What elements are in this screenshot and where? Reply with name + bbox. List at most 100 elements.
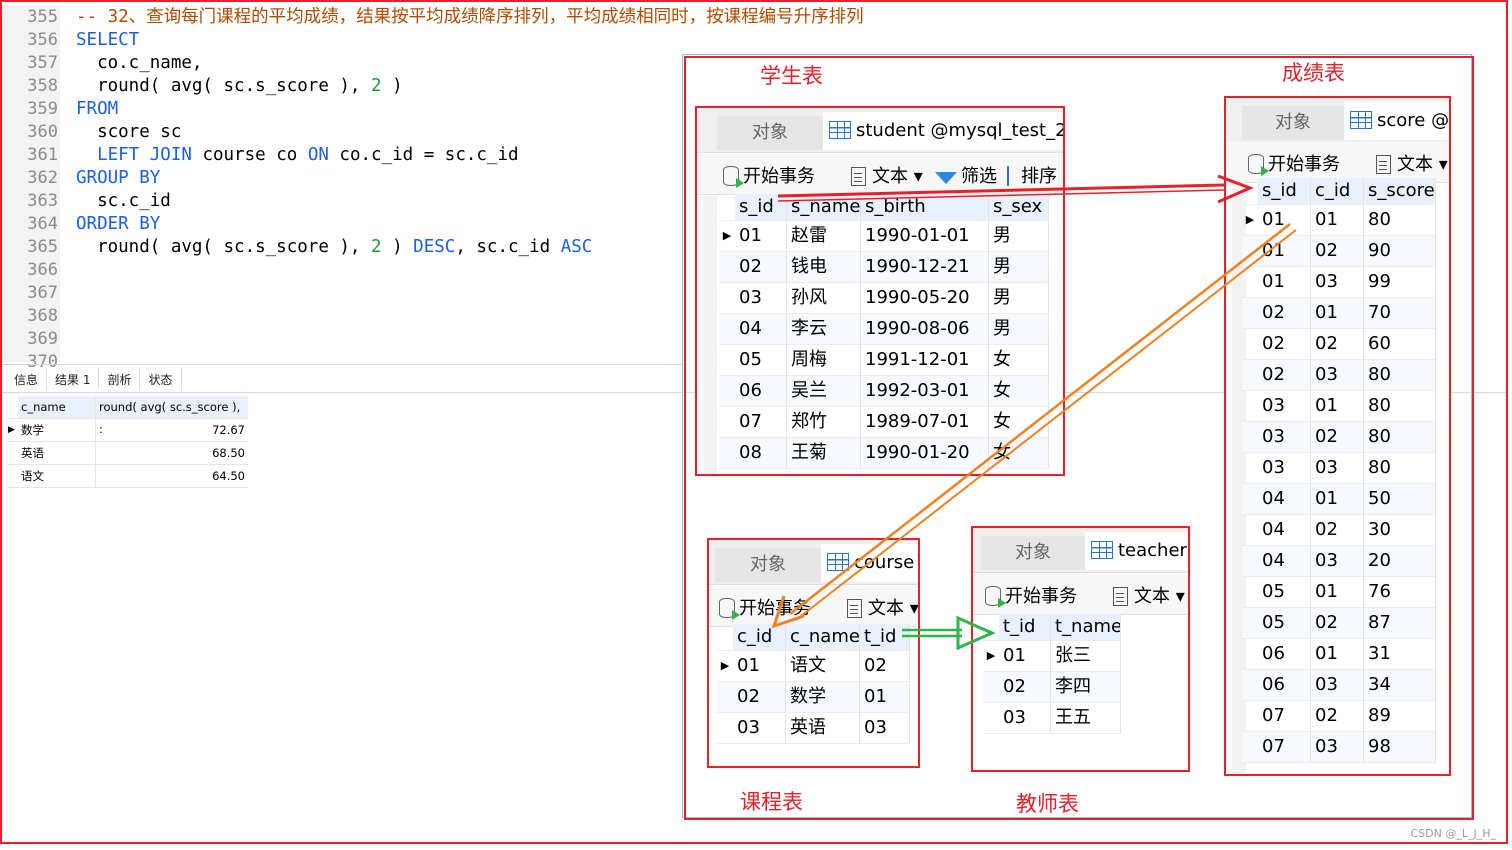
table-row[interactable]: 语文 64.50 — [8, 465, 248, 488]
cell[interactable]: 01 — [1258, 205, 1311, 235]
cell[interactable]: 87 — [1364, 608, 1436, 638]
table-row[interactable]: 05 周梅 1991-12-01 女 — [719, 345, 1049, 376]
text-button[interactable]: 文本 ▾ — [1113, 582, 1185, 608]
cell[interactable]: 03 — [733, 713, 786, 743]
table-row[interactable]: ▶ 01 赵雷 1990-01-01 男 — [719, 221, 1049, 252]
table-row[interactable]: ▶ 数学 72.67 — [8, 419, 248, 442]
cell[interactable]: 数学 — [786, 682, 860, 712]
cell[interactable]: 31 — [1364, 639, 1436, 669]
cell[interactable]: 02 — [733, 682, 786, 712]
cell[interactable]: 50 — [1364, 484, 1436, 514]
text-button[interactable]: 文本 ▾ — [847, 594, 918, 620]
table-row[interactable]: 03 01 80 — [1242, 391, 1436, 422]
cell[interactable]: 01 — [860, 682, 910, 712]
cell[interactable]: 李四 — [1051, 672, 1121, 702]
cell[interactable]: 1990-01-20 — [861, 438, 989, 468]
table-row[interactable]: 03 03 80 — [1242, 453, 1436, 484]
cell[interactable]: 吴兰 — [787, 376, 861, 406]
score-grid[interactable]: s_id c_id s_score ▶ 01 01 80 01 02 90 01 03 99 02 01 70… — [1242, 178, 1436, 763]
tab-info[interactable]: 信息 — [6, 368, 48, 390]
cell[interactable]: 07 — [735, 407, 787, 437]
cell[interactable]: 01 — [1311, 484, 1364, 514]
cell[interactable]: 80 — [1364, 453, 1436, 483]
tab-object[interactable]: 对象 — [715, 548, 821, 582]
cell[interactable]: 02 — [1311, 608, 1364, 638]
cell[interactable]: 王五 — [1051, 703, 1121, 733]
cell[interactable]: 01 — [1311, 577, 1364, 607]
cell[interactable]: 03 — [1311, 360, 1364, 390]
cell[interactable]: 80 — [1364, 360, 1436, 390]
cell[interactable]: 98 — [1364, 732, 1436, 762]
begin-transaction-button[interactable]: 开始事务 — [723, 162, 815, 188]
begin-transaction-button[interactable]: 开始事务 — [985, 582, 1077, 608]
student-col-s_id[interactable]: s_id — [735, 194, 787, 220]
begin-transaction-button[interactable]: 开始事务 — [719, 594, 811, 620]
code-line[interactable]: GROUP BY — [76, 167, 160, 190]
table-row[interactable]: 02 02 60 — [1242, 329, 1436, 360]
cell[interactable]: 02 — [735, 252, 787, 282]
cell[interactable]: 女 — [989, 376, 1049, 406]
code-line[interactable]: FROM — [76, 98, 118, 121]
cell[interactable]: 语文 — [786, 651, 860, 681]
table-row[interactable]: ▶ 01 01 80 — [1242, 205, 1436, 236]
student-grid[interactable]: s_id s_name s_birth s_sex ▶ 01 赵雷 1990-01-01 男 02… — [719, 194, 1049, 469]
table-row[interactable]: 04 02 30 — [1242, 515, 1436, 546]
cell[interactable]: 王菊 — [787, 438, 861, 468]
cell[interactable]: 03 — [1311, 670, 1364, 700]
cell[interactable]: 99 — [1364, 267, 1436, 297]
cell[interactable]: 1990-08-06 — [861, 314, 989, 344]
cell[interactable]: 04 — [1258, 546, 1311, 576]
cell[interactable]: 02 — [1258, 329, 1311, 359]
cell[interactable]: 03 — [1311, 546, 1364, 576]
table-row[interactable]: 04 李云 1990-08-06 男 — [719, 314, 1049, 345]
cell[interactable]: 02 — [1311, 236, 1364, 266]
cell[interactable]: 01 — [999, 641, 1051, 671]
course-col-t_id[interactable]: t_id — [860, 624, 910, 650]
cell[interactable]: 孙风 — [787, 283, 861, 313]
cell[interactable]: 1992-03-01 — [861, 376, 989, 406]
cell[interactable]: 1990-05-20 — [861, 283, 989, 313]
code-line[interactable]: round( avg( sc.s_score ), 2 ) DESC, sc.c… — [76, 236, 592, 259]
cell[interactable]: 男 — [989, 221, 1049, 251]
cell[interactable]: 03 — [999, 703, 1051, 733]
cell[interactable]: 01 — [735, 221, 787, 251]
cell[interactable]: 02 — [999, 672, 1051, 702]
table-row[interactable]: 06 01 31 — [1242, 639, 1436, 670]
cell[interactable]: 1990-12-21 — [861, 252, 989, 282]
table-row[interactable]: ▶ 01 语文 02 — [717, 651, 910, 682]
cell[interactable]: 钱电 — [787, 252, 861, 282]
cell[interactable]: 02 — [1258, 298, 1311, 328]
student-col-s_name[interactable]: s_name — [787, 194, 861, 220]
cell[interactable]: 女 — [989, 345, 1049, 375]
score-col-c_id[interactable]: c_id — [1311, 178, 1364, 204]
cell[interactable]: 张三 — [1051, 641, 1121, 671]
cell[interactable]: 03 — [1311, 453, 1364, 483]
tab-object[interactable]: 对象 — [981, 536, 1085, 570]
table-row[interactable]: 02 李四 — [983, 672, 1121, 703]
cell[interactable]: 02 — [1311, 329, 1364, 359]
cell[interactable]: 02 — [1311, 701, 1364, 731]
cell[interactable]: 赵雷 — [787, 221, 861, 251]
cell[interactable]: 06 — [1258, 670, 1311, 700]
result-col-cname[interactable]: c_name — [18, 396, 96, 418]
tab-object[interactable]: 对象 — [717, 116, 823, 150]
table-row[interactable]: 05 01 76 — [1242, 577, 1436, 608]
cell[interactable]: 英语 — [786, 713, 860, 743]
tab-profile[interactable]: 剖析 — [99, 368, 141, 390]
cell[interactable]: 郑竹 — [787, 407, 861, 437]
table-row[interactable]: ▶ 01 张三 — [983, 641, 1121, 672]
table-row[interactable]: 01 03 99 — [1242, 267, 1436, 298]
table-row[interactable]: 04 01 50 — [1242, 484, 1436, 515]
cell[interactable]: 03 — [1258, 391, 1311, 421]
student-col-s_sex[interactable]: s_sex — [989, 194, 1049, 220]
teacher-grid[interactable]: t_id t_name ▶ 01 张三 02 李四 03 王五 — [983, 614, 1121, 734]
tab-object[interactable]: 对象 — [1242, 106, 1344, 140]
cell[interactable]: 05 — [1258, 608, 1311, 638]
table-row[interactable]: 04 03 20 — [1242, 546, 1436, 577]
cell[interactable]: 02 — [1311, 422, 1364, 452]
teacher-col-t_name[interactable]: t_name — [1051, 614, 1121, 640]
cell[interactable]: 08 — [735, 438, 787, 468]
text-button[interactable]: 文本 ▾ — [1376, 150, 1448, 176]
cell[interactable]: 03 — [1311, 732, 1364, 762]
cell[interactable]: 李云 — [787, 314, 861, 344]
